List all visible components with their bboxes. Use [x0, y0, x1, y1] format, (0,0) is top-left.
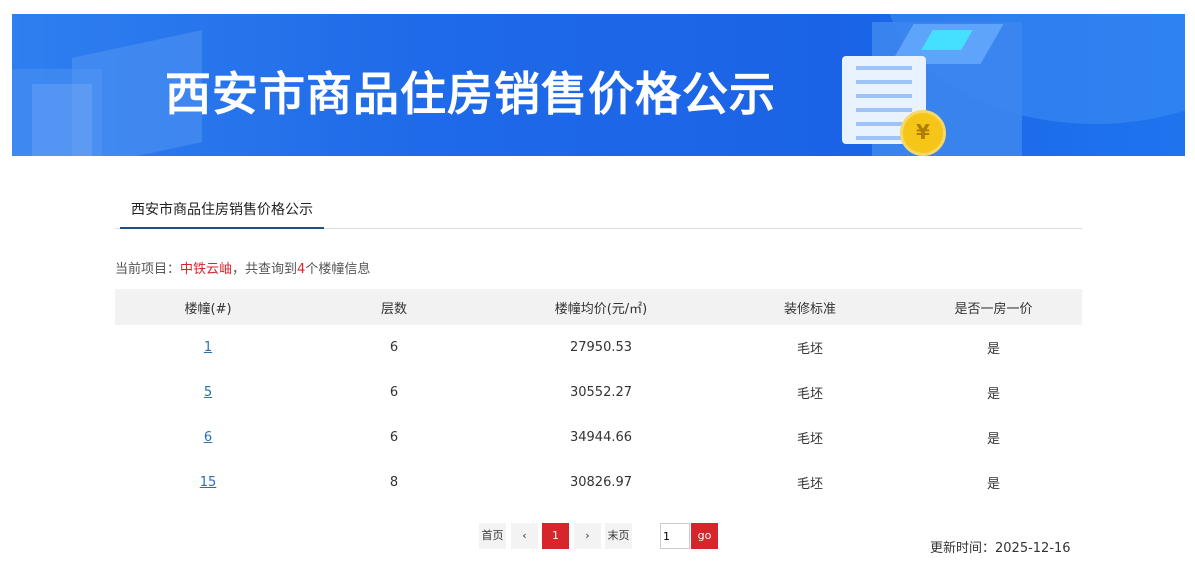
building-link[interactable]: 5 [204, 385, 212, 400]
avg-price-cell: 30826.97 [569, 475, 633, 490]
floors-cell: 6 [389, 430, 399, 445]
page-banner: ¥ 西安市商品住房销售价格公示 [12, 14, 1185, 156]
one-price-cell: 是 [986, 477, 1000, 492]
table-row: 5 6 30552.27 毛坯 是 [115, 370, 1082, 415]
info-prefix: 当前项目： [115, 262, 181, 277]
one-price-cell: 是 [986, 342, 1000, 357]
yuan-coin-icon: ¥ [900, 110, 946, 156]
decoration-cell: 毛坯 [796, 477, 823, 492]
table-row: 15 8 30826.97 毛坯 是 [115, 460, 1082, 505]
query-summary: 当前项目：中铁云岫，共查询到4个楼幢信息 [115, 258, 370, 277]
go-button[interactable]: go [691, 523, 718, 549]
last-page-button[interactable]: 末页 [605, 523, 632, 549]
update-label: 更新时间： [930, 541, 996, 556]
banner-title: 西安市商品住房销售价格公示 [165, 67, 776, 121]
banner-building-shape [32, 84, 92, 156]
project-name: 中铁云岫 [180, 262, 233, 277]
page-1-button[interactable]: 1 [542, 523, 569, 549]
building-price-table: 楼幢(#) 层数 楼幢均价(元/㎡) 装修标准 是否一房一价 1 6 27950… [115, 289, 1082, 505]
building-link[interactable]: 15 [200, 475, 217, 490]
avg-price-cell: 27950.53 [569, 340, 633, 355]
floors-cell: 6 [389, 340, 399, 355]
update-date: 2025-12-16 [995, 541, 1071, 556]
decoration-cell: 毛坯 [796, 432, 823, 447]
update-time: 更新时间：2025-12-16 [930, 537, 1071, 556]
one-price-cell: 是 [986, 432, 1000, 447]
info-suffix: 个楼幢信息 [305, 262, 371, 277]
avg-price-cell: 34944.66 [569, 430, 633, 445]
decoration-cell: 毛坯 [796, 387, 823, 402]
info-middle: ，共查询到 [232, 262, 298, 277]
column-header-avg-price: 楼幢均价(元/㎡) [554, 301, 648, 317]
tab-price-announcement[interactable]: 西安市商品住房销售价格公示 [120, 196, 324, 229]
column-header-one-price: 是否一房一价 [954, 301, 1033, 317]
page-number-input[interactable] [660, 523, 690, 549]
floors-cell: 8 [389, 475, 399, 490]
building-link[interactable]: 1 [204, 340, 212, 355]
prev-page-button[interactable]: ‹ [511, 523, 538, 549]
table-header-row: 楼幢(#) 层数 楼幢均价(元/㎡) 装修标准 是否一房一价 [115, 289, 1082, 325]
floors-cell: 6 [389, 385, 399, 400]
avg-price-cell: 30552.27 [569, 385, 633, 400]
building-link[interactable]: 6 [204, 430, 212, 445]
decoration-cell: 毛坯 [796, 342, 823, 357]
tab-bar: 西安市商品住房销售价格公示 [115, 196, 1082, 229]
table-row: 6 6 34944.66 毛坯 是 [115, 415, 1082, 460]
column-header-decoration: 装修标准 [783, 301, 836, 317]
next-page-button[interactable]: › [574, 523, 601, 549]
first-page-button[interactable]: 首页 [479, 523, 506, 549]
one-price-cell: 是 [986, 387, 1000, 402]
table-row: 1 6 27950.53 毛坯 是 [115, 325, 1082, 370]
column-header-floors: 层数 [381, 301, 408, 317]
column-header-building: 楼幢(#) [184, 301, 232, 317]
